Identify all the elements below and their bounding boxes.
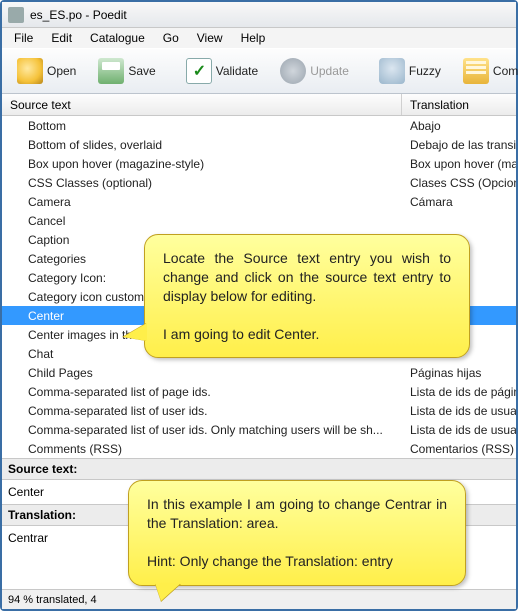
callout-text: Locate the Source text entry you wish to… xyxy=(163,249,451,343)
source-cell: Bottom of slides, overlaid xyxy=(2,138,402,152)
header-translation[interactable]: Translation xyxy=(402,94,516,115)
menu-file[interactable]: File xyxy=(6,29,41,47)
help-callout-bottom: In this example I am going to change Cen… xyxy=(128,480,466,586)
check-icon xyxy=(186,58,212,84)
translation-cell: Clases CSS (Opcional xyxy=(402,176,516,190)
source-cell: Comma-separated list of page ids. xyxy=(2,385,402,399)
update-label: Update xyxy=(310,64,349,78)
folder-open-icon xyxy=(17,58,43,84)
source-cell: Camera xyxy=(2,195,402,209)
menu-edit[interactable]: Edit xyxy=(43,29,80,47)
fuzzy-label: Fuzzy xyxy=(409,64,441,78)
table-row[interactable]: Cancel xyxy=(2,211,516,230)
table-row[interactable]: Comma-separated list of page ids.Lista d… xyxy=(2,382,516,401)
source-cell: Cancel xyxy=(2,214,402,228)
menu-go[interactable]: Go xyxy=(155,29,187,47)
save-button[interactable]: Save xyxy=(89,53,164,89)
open-label: Open xyxy=(47,64,76,78)
translation-cell: Páginas hijas xyxy=(402,366,516,380)
table-row[interactable]: Comments (RSS)Comentarios (RSS) xyxy=(2,439,516,458)
help-callout-top: Locate the Source text entry you wish to… xyxy=(144,234,470,358)
column-headers: Source text Translation xyxy=(2,94,516,116)
source-cell: Comma-separated list of user ids. xyxy=(2,404,402,418)
translation-cell: Debajo de las transicion xyxy=(402,138,516,152)
source-cell: Comma-separated list of user ids. Only m… xyxy=(2,423,402,437)
fuzzy-button[interactable]: Fuzzy xyxy=(370,53,450,89)
titlebar: es_ES.po - Poedit xyxy=(2,2,516,28)
table-row[interactable]: Child PagesPáginas hijas xyxy=(2,363,516,382)
open-button[interactable]: Open xyxy=(8,53,85,89)
save-label: Save xyxy=(128,64,155,78)
menu-catalogue[interactable]: Catalogue xyxy=(82,29,153,47)
note-icon xyxy=(463,58,489,84)
validate-label: Validate xyxy=(216,64,258,78)
status-text: 94 % translated, 4 xyxy=(8,594,97,606)
translation-cell: Lista de ids de usuario s xyxy=(402,404,516,418)
statusbar: 94 % translated, 4 xyxy=(2,589,516,609)
source-cell: CSS Classes (optional) xyxy=(2,176,402,190)
save-icon xyxy=(98,58,124,84)
table-row[interactable]: CameraCámara xyxy=(2,192,516,211)
translation-cell: Lista de ids de usuario s xyxy=(402,423,516,437)
app-icon xyxy=(8,7,24,23)
menubar: File Edit Catalogue Go View Help xyxy=(2,28,516,48)
translation-cell: Comentarios (RSS) xyxy=(402,442,516,456)
table-row[interactable]: Bottom of slides, overlaidDebajo de las … xyxy=(2,135,516,154)
table-row[interactable]: Comma-separated list of user ids. Only m… xyxy=(2,420,516,439)
translation-cell: Lista de ids de página se xyxy=(402,385,516,399)
globe-icon xyxy=(280,58,306,84)
header-source[interactable]: Source text xyxy=(2,94,402,115)
source-panel-label: Source text: xyxy=(2,458,516,480)
comment-label: Comment xyxy=(493,64,518,78)
menu-view[interactable]: View xyxy=(189,29,231,47)
table-row[interactable]: CSS Classes (optional)Clases CSS (Opcion… xyxy=(2,173,516,192)
source-cell: Box upon hover (magazine-style) xyxy=(2,157,402,171)
translation-cell: Box upon hover (magaz xyxy=(402,157,516,171)
menu-help[interactable]: Help xyxy=(233,29,274,47)
source-cell: Child Pages xyxy=(2,366,402,380)
toolbar: Open Save Validate Update Fuzzy Comment xyxy=(2,48,516,94)
validate-button[interactable]: Validate xyxy=(177,53,267,89)
source-cell: Bottom xyxy=(2,119,402,133)
cloud-icon xyxy=(379,58,405,84)
comment-button[interactable]: Comment xyxy=(454,53,518,89)
translation-cell: Cámara xyxy=(402,195,516,209)
table-row[interactable]: BottomAbajo xyxy=(2,116,516,135)
table-row[interactable]: Comma-separated list of user ids.Lista d… xyxy=(2,401,516,420)
callout-text: In this example I am going to change Cen… xyxy=(147,495,447,571)
source-cell: Comments (RSS) xyxy=(2,442,402,456)
update-button[interactable]: Update xyxy=(271,53,358,89)
translation-cell: Abajo xyxy=(402,119,516,133)
window-title: es_ES.po - Poedit xyxy=(30,8,127,22)
table-row[interactable]: Box upon hover (magazine-style)Box upon … xyxy=(2,154,516,173)
